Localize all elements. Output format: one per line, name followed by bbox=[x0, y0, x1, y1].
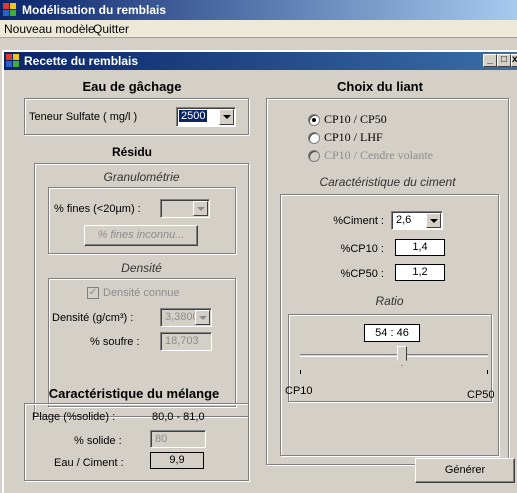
plage-label: Plage (%solide) : bbox=[32, 411, 116, 423]
slider-right-label: CP50 bbox=[467, 389, 495, 401]
ciment-heading: Caractéristique du ciment bbox=[319, 175, 456, 189]
sulfate-value: 2500 bbox=[179, 110, 208, 122]
app-titlebar: Modélisation du remblais bbox=[0, 0, 517, 20]
liant-heading: Choix du liant bbox=[337, 79, 423, 94]
radio-cp10-cp50[interactable] bbox=[308, 114, 320, 126]
menu-quitter[interactable]: Quitter bbox=[93, 22, 129, 36]
maximize-button[interactable]: □ bbox=[497, 54, 511, 67]
radio-cp10-cp50-label: CP10 / CP50 bbox=[324, 112, 387, 126]
sulfate-label: Teneur Sulfate ( mg/l ) bbox=[29, 111, 138, 123]
densite-checkbox[interactable]: ✓ bbox=[87, 287, 99, 299]
ciment-select[interactable]: 2,6 bbox=[391, 211, 443, 230]
radio-cp10-lhf[interactable] bbox=[308, 132, 320, 144]
eau-ciment-value: 9,9 bbox=[150, 452, 204, 469]
plage-value: 80,0 - 81,0 bbox=[152, 411, 205, 423]
densite-label: Densité (g/cm³) : bbox=[52, 312, 134, 324]
ciment-value: 2,6 bbox=[396, 214, 412, 226]
menu-nouveau-modele[interactable]: Nouveau modèle bbox=[4, 22, 95, 36]
eau-ciment-label: Eau / Ciment : bbox=[54, 457, 124, 469]
slider-track bbox=[300, 354, 488, 357]
cp10-value: 1,4 bbox=[395, 239, 445, 256]
eau-heading: Eau de gâchage bbox=[82, 79, 182, 94]
granulo-heading: Granulométrie bbox=[103, 170, 180, 184]
densite-checkbox-label: Densité connue bbox=[103, 287, 180, 299]
ciment-label: %Ciment : bbox=[333, 215, 384, 227]
ratio-slider[interactable] bbox=[300, 346, 488, 376]
generate-button[interactable]: Générer bbox=[415, 458, 515, 483]
solide-field[interactable]: 80 bbox=[150, 430, 206, 448]
ratio-heading: Ratio bbox=[375, 294, 404, 308]
slider-thumb[interactable] bbox=[397, 346, 407, 366]
chevron-down-icon[interactable] bbox=[195, 310, 210, 325]
densite-select[interactable]: 3,3800 bbox=[160, 308, 212, 327]
residu-heading: Résidu bbox=[111, 145, 152, 159]
slider-tick-right bbox=[487, 370, 488, 374]
recette-window: Recette du remblais _ □ x Eau de gâchage… bbox=[2, 50, 517, 493]
menu-bar: Nouveau modèle Quitter bbox=[0, 20, 517, 38]
radio-cp10-cendre-label: CP10 / Cendre volante bbox=[324, 148, 433, 162]
cp50-value: 1,2 bbox=[395, 264, 445, 281]
window-icon bbox=[6, 54, 20, 68]
soufre-field[interactable]: 18,703 bbox=[160, 332, 212, 351]
app-title: Modélisation du remblais bbox=[22, 3, 167, 17]
solide-label: % solide : bbox=[74, 435, 122, 447]
close-button[interactable]: x bbox=[511, 54, 517, 67]
chevron-down-icon[interactable] bbox=[219, 109, 234, 125]
recette-title: Recette du remblais bbox=[24, 54, 139, 68]
chevron-down-icon[interactable] bbox=[193, 201, 208, 216]
sulfate-select[interactable]: 2500 bbox=[176, 107, 236, 127]
densite-value: 3,3800 bbox=[165, 311, 199, 323]
app-icon bbox=[3, 3, 17, 17]
fines-select[interactable] bbox=[160, 199, 210, 218]
chevron-down-icon[interactable] bbox=[426, 213, 441, 228]
ratio-value: 54 : 46 bbox=[364, 324, 420, 342]
minimize-button[interactable]: _ bbox=[483, 54, 497, 67]
melange-heading: Caractéristique du mélange bbox=[48, 386, 220, 401]
densite-heading: Densité bbox=[121, 261, 162, 275]
slider-left-label: CP10 bbox=[285, 385, 313, 397]
fines-label: % fines (<20µm) : bbox=[54, 203, 141, 215]
cp50-label: %CP50 : bbox=[340, 268, 384, 280]
soufre-label: % soufre : bbox=[90, 336, 140, 348]
recette-titlebar: Recette du remblais _ □ x bbox=[4, 52, 517, 70]
fines-inconnu-button[interactable]: % fines inconnu... bbox=[84, 225, 198, 246]
radio-cp10-cendre[interactable] bbox=[308, 150, 320, 162]
radio-cp10-lhf-label: CP10 / LHF bbox=[324, 130, 383, 144]
cp10-label: %CP10 : bbox=[340, 243, 384, 255]
slider-tick-left bbox=[300, 370, 301, 374]
